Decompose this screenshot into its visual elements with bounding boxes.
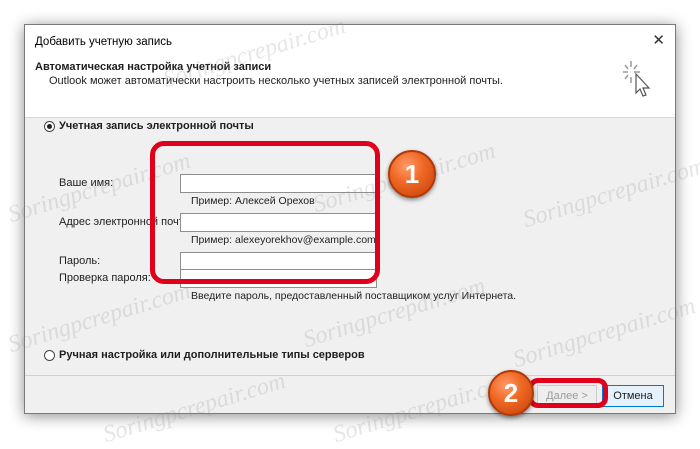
confirm-password-label: Проверка пароля:	[59, 272, 151, 284]
dialog-header: Автоматическая настройка учетной записи …	[25, 55, 675, 118]
manual-setup-radio[interactable]	[44, 350, 55, 361]
cancel-button[interactable]: Отмена	[602, 385, 664, 407]
email-account-label: Учетная запись электронной почты	[59, 120, 254, 132]
next-button-highlight	[528, 378, 608, 408]
name-label: Ваше имя:	[59, 177, 114, 189]
step-1-badge: 1	[388, 150, 436, 198]
fields-highlight	[150, 141, 380, 284]
window-title: Добавить учетную запись	[35, 36, 173, 48]
password-hint: Введите пароль, предоставленный поставщи…	[191, 290, 517, 302]
close-icon[interactable]: ✕	[652, 31, 665, 49]
title-bar: Добавить учетную запись ✕	[25, 25, 675, 55]
step-2-badge: 2	[488, 370, 534, 416]
header-title: Автоматическая настройка учетной записи	[35, 61, 272, 73]
header-subtitle: Outlook может автоматически настроить не…	[49, 75, 503, 87]
footer-separator	[25, 375, 675, 376]
manual-setup-label: Ручная настройка или дополнительные типы…	[59, 349, 365, 361]
email-account-radio[interactable]	[44, 121, 55, 132]
cursor-sparkle-icon	[623, 61, 651, 97]
password-label: Пароль:	[59, 255, 101, 267]
